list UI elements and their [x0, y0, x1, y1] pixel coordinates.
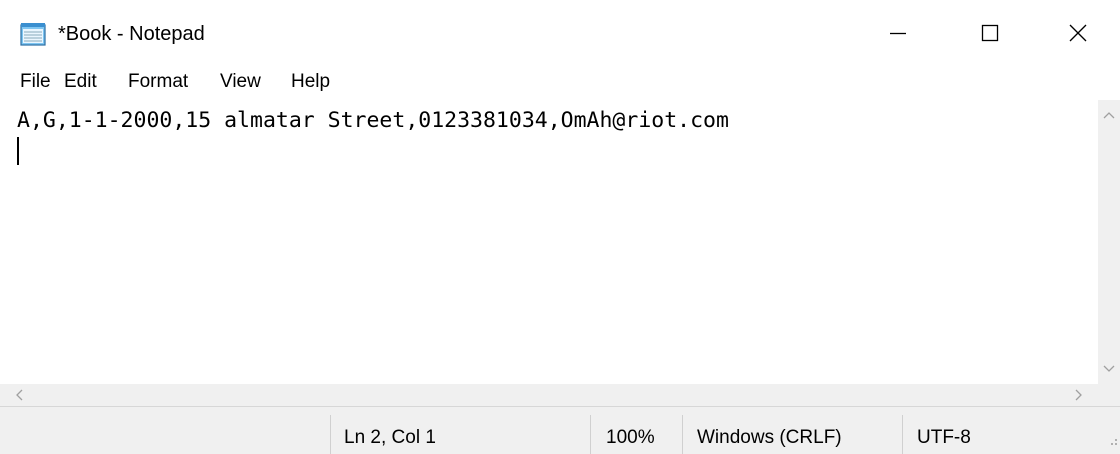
scroll-up-arrow-icon[interactable]	[1098, 104, 1120, 126]
resize-grip-icon[interactable]	[1104, 432, 1118, 446]
scrollbar-corner	[1098, 384, 1120, 406]
status-divider	[902, 415, 903, 454]
notepad-window: *Book - Notepad File Edit Format View He…	[0, 0, 1120, 454]
status-bar: Ln 2, Col 1 100% Windows (CRLF) UTF-8	[0, 406, 1120, 454]
status-line-endings: Windows (CRLF)	[697, 427, 842, 448]
window-title: *Book - Notepad	[58, 23, 205, 45]
scroll-right-arrow-icon[interactable]	[1068, 384, 1090, 406]
scroll-left-arrow-icon[interactable]	[8, 384, 30, 406]
menu-format[interactable]: Format	[128, 71, 188, 93]
menu-help[interactable]: Help	[291, 71, 330, 93]
menu-view[interactable]: View	[220, 71, 261, 93]
menu-bar: File Edit Format View Help	[0, 66, 1120, 98]
horizontal-scrollbar[interactable]	[0, 384, 1098, 406]
status-divider	[330, 415, 331, 454]
maximize-icon	[981, 24, 999, 42]
status-divider	[590, 415, 591, 454]
status-encoding: UTF-8	[917, 427, 971, 448]
close-button[interactable]	[1036, 0, 1120, 66]
close-icon	[1069, 24, 1087, 42]
text-caret	[17, 137, 19, 165]
menu-file[interactable]: File	[20, 71, 51, 93]
minimize-icon	[889, 24, 907, 42]
menu-edit[interactable]: Edit	[64, 71, 97, 93]
title-bar[interactable]: *Book - Notepad	[0, 0, 1120, 66]
maximize-button[interactable]	[944, 0, 1036, 66]
status-cursor-position: Ln 2, Col 1	[344, 427, 436, 448]
notepad-icon[interactable]	[19, 22, 49, 47]
minimize-button[interactable]	[852, 0, 944, 66]
text-editor[interactable]: A,G,1-1-2000,15 almatar Street,012338103…	[0, 100, 1098, 384]
vertical-scrollbar[interactable]	[1098, 100, 1120, 384]
status-divider	[682, 415, 683, 454]
status-zoom: 100%	[606, 427, 655, 448]
editor-line[interactable]: A,G,1-1-2000,15 almatar Street,012338103…	[17, 108, 729, 134]
scroll-down-arrow-icon[interactable]	[1098, 358, 1120, 380]
